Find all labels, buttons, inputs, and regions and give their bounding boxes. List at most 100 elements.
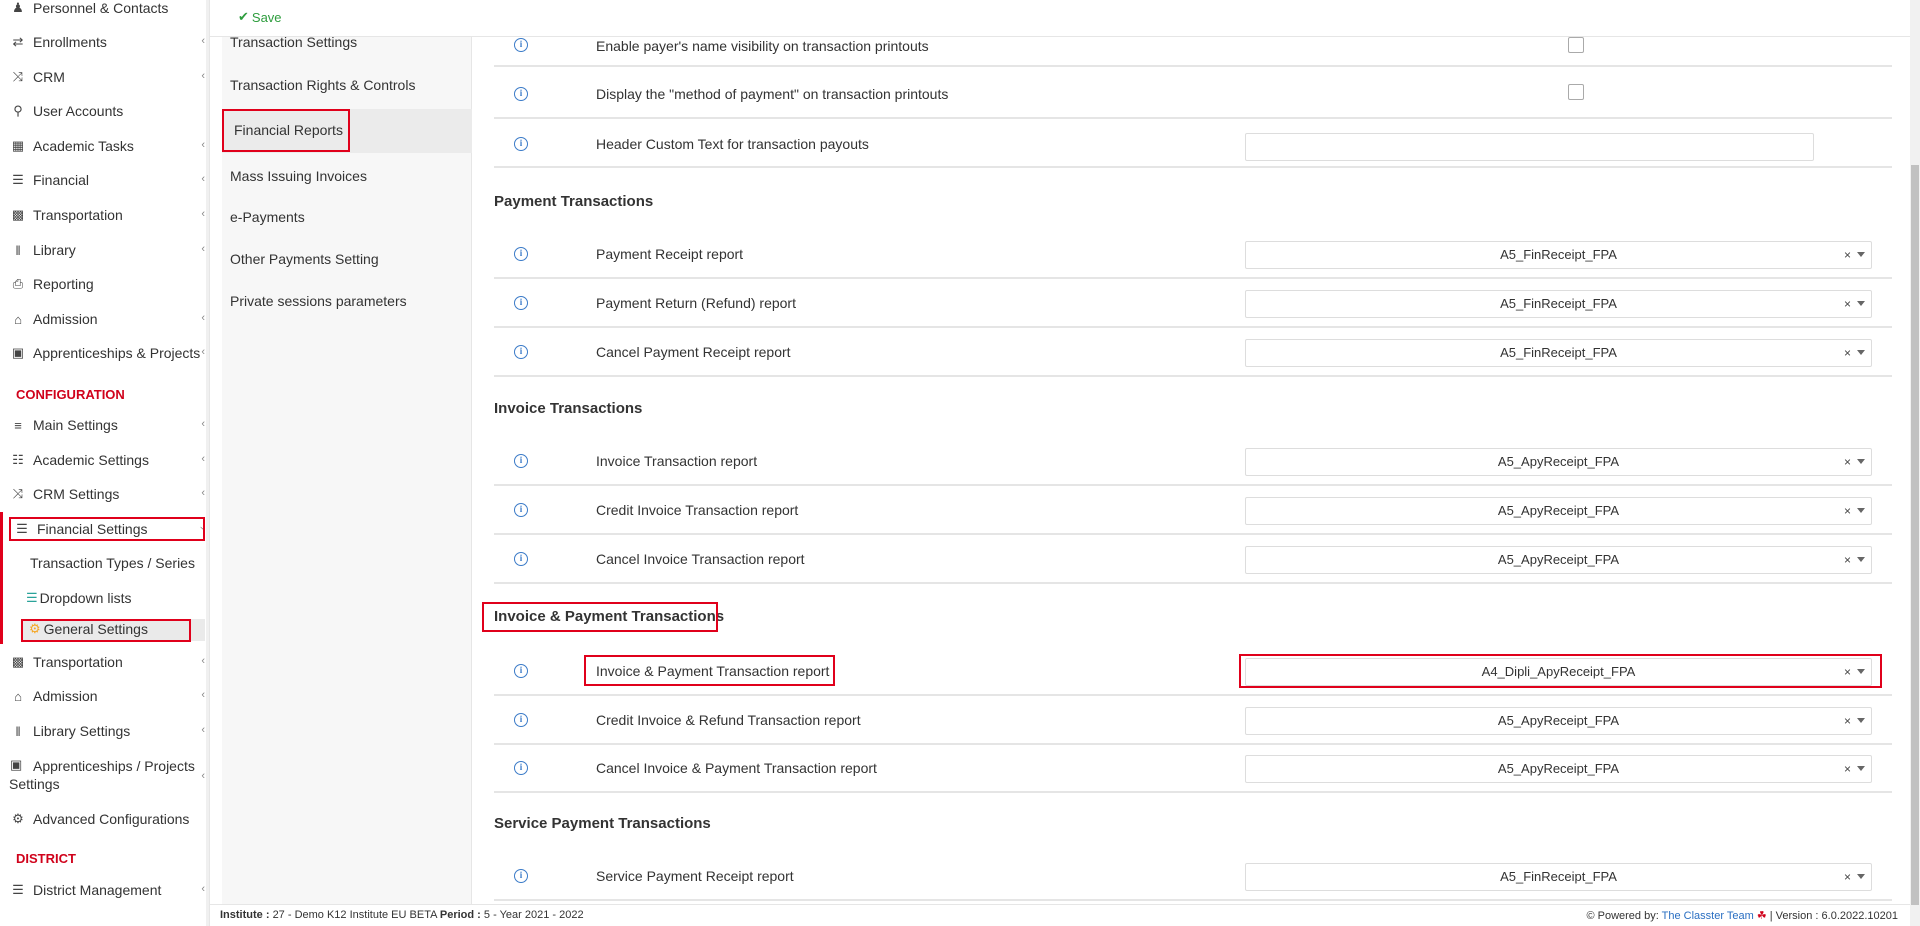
report-select[interactable]: A5_ApyReceipt_FPA × [1245, 707, 1872, 735]
report-select[interactable]: A5_ApyReceipt_FPA × [1245, 497, 1872, 525]
info-icon[interactable]: i [514, 664, 528, 678]
institute-label: Institute : [220, 909, 270, 921]
sidebar-item-crm[interactable]: ⤨ CRM ‹ [0, 62, 205, 92]
layers-icon: ☰ [26, 590, 38, 605]
clear-icon[interactable]: × [1844, 756, 1851, 782]
highlight-box [222, 109, 350, 152]
report-select[interactable]: A5_FinReceipt_FPA × [1245, 290, 1872, 318]
submenu-item-other-payments[interactable]: Other Payments Setting [230, 251, 379, 267]
sidebar-item-crm-settings[interactable]: ⤨ CRM Settings ‹ [0, 479, 205, 509]
checkbox[interactable] [1568, 37, 1584, 53]
sidebar-item-user-accounts[interactable]: ⚲ User Accounts [0, 96, 205, 126]
setting-row: i Payment Receipt report A5_FinReceipt_F… [494, 231, 1892, 279]
scrollbar-thumb[interactable] [1911, 165, 1919, 905]
checkbox[interactable] [1568, 84, 1584, 100]
clear-icon[interactable]: × [1844, 547, 1851, 573]
select-value: A5_ApyReceipt_FPA [1497, 552, 1620, 567]
header-custom-text-input[interactable] [1245, 133, 1814, 161]
submenu-item-epayments[interactable]: e-Payments [230, 209, 305, 225]
dropdown-arrow-icon[interactable] [1857, 766, 1865, 771]
sidebar-item-library-settings[interactable]: ‖ Library Settings ‹ [0, 716, 205, 746]
sidebar-item-label: Advanced Configurations [33, 811, 190, 827]
info-icon[interactable]: i [514, 503, 528, 517]
info-icon[interactable]: i [514, 247, 528, 261]
dropdown-arrow-icon[interactable] [1857, 874, 1865, 879]
setting-label: Credit Invoice & Refund Transaction repo… [596, 712, 861, 728]
logo-icon: ☘ [1756, 910, 1767, 922]
info-icon[interactable]: i [514, 761, 528, 775]
powered-link[interactable]: The Classter Team [1662, 910, 1754, 922]
select-value: A5_FinReceipt_FPA [1500, 247, 1617, 262]
info-icon[interactable]: i [514, 87, 528, 101]
main-content: i Enable payer's name visibility on tran… [472, 37, 1920, 904]
sidebar-item-enrollments[interactable]: ⇄ Enrollments ‹ [0, 27, 205, 57]
sidebar-item-label: Reporting [33, 276, 94, 292]
info-icon[interactable]: i [514, 869, 528, 883]
sidebar-item-apprenticeships[interactable]: ▣ Apprenticeships & Projects ‹ [0, 338, 205, 368]
printer-icon: ⎙ [12, 276, 24, 291]
clear-icon[interactable]: × [1844, 291, 1851, 317]
sidebar-item-advanced-configurations[interactable]: ⚙ Advanced Configurations [0, 804, 205, 834]
sidebar-item-reporting[interactable]: ⎙ Reporting [0, 269, 205, 299]
report-select[interactable]: A5_ApyReceipt_FPA × [1245, 755, 1872, 783]
clear-icon[interactable]: × [1844, 498, 1851, 524]
save-button[interactable]: ✔ Save [238, 9, 282, 25]
dropdown-arrow-icon[interactable] [1857, 508, 1865, 513]
clear-icon[interactable]: × [1844, 242, 1851, 268]
clear-icon[interactable]: × [1844, 708, 1851, 734]
report-select[interactable]: A5_ApyReceipt_FPA × [1245, 448, 1872, 476]
sidebar-item-academic-settings[interactable]: ☷ Academic Settings ‹ [0, 445, 205, 475]
dropdown-arrow-icon[interactable] [1857, 350, 1865, 355]
sidebar-item-main-settings[interactable]: ≡ Main Settings ‹ [0, 410, 205, 440]
sidebar-item-admission[interactable]: ⌂ Admission ‹ [0, 304, 205, 334]
info-icon[interactable]: i [514, 296, 528, 310]
info-icon[interactable]: i [514, 137, 528, 151]
info-icon[interactable]: i [514, 345, 528, 359]
sidebar-item-financial[interactable]: ☰ Financial ‹ [0, 165, 205, 195]
info-icon[interactable]: i [514, 552, 528, 566]
report-select[interactable]: A5_FinReceipt_FPA × [1245, 241, 1872, 269]
sidebar-item-transportation[interactable]: ▩ Transportation ‹ [0, 200, 205, 230]
dropdown-arrow-icon[interactable] [1857, 459, 1865, 464]
footer-credits: © Powered by: The Classter Team ☘ | Vers… [1586, 909, 1898, 922]
dropdown-arrow-icon[interactable] [1857, 557, 1865, 562]
chevron-left-icon: ‹ [201, 487, 205, 499]
setting-label: Cancel Invoice Transaction report [596, 551, 805, 567]
sidebar-item-academic-tasks[interactable]: ▦ Academic Tasks ‹ [0, 131, 205, 161]
submenu-item-private-sessions[interactable]: Private sessions parameters [230, 293, 407, 309]
setting-row: i Invoice Transaction report A5_ApyRecei… [494, 438, 1892, 486]
submenu-item-mass-issuing[interactable]: Mass Issuing Invoices [230, 168, 367, 184]
submenu-item-transaction-rights[interactable]: Transaction Rights & Controls [230, 77, 415, 93]
sidebar-item-apprenticeships-settings[interactable]: ▣ Apprenticeships / Projects Settings ‹ [0, 756, 205, 794]
sidebar-item-personnel[interactable]: ♟ Personnel & Contacts [0, 0, 205, 23]
dropdown-arrow-icon[interactable] [1857, 252, 1865, 257]
report-select[interactable]: A5_FinReceipt_FPA × [1245, 863, 1872, 891]
sidebar-item-admission-settings[interactable]: ⌂ Admission ‹ [0, 681, 205, 711]
version-text: | Version : 6.0.2022.10201 [1769, 910, 1898, 922]
page-scrollbar[interactable] [1910, 0, 1920, 926]
clear-icon[interactable]: × [1844, 340, 1851, 366]
select-value: A5_FinReceipt_FPA [1500, 869, 1617, 884]
dropdown-arrow-icon[interactable] [1857, 718, 1865, 723]
dropdown-arrow-icon[interactable] [1857, 301, 1865, 306]
clear-icon[interactable]: × [1844, 864, 1851, 890]
person-icon: ♟ [12, 0, 24, 15]
report-select[interactable]: A5_ApyReceipt_FPA × [1245, 546, 1872, 574]
sidebar-item-district-management[interactable]: ☰ District Management ‹ [0, 875, 205, 905]
sidebar-sub-transaction-types[interactable]: Transaction Types / Series [30, 555, 195, 571]
sidebar-item-library[interactable]: ‖ Library ‹ [0, 235, 205, 265]
setting-row: i Header Custom Text for transaction pay… [494, 121, 1892, 168]
clear-icon[interactable]: × [1844, 449, 1851, 475]
section-title: Payment Transactions [494, 193, 654, 210]
sidebar-scrollbar[interactable] [206, 0, 209, 926]
section-district: DISTRICT [16, 851, 76, 866]
info-icon[interactable]: i [514, 38, 528, 52]
chevron-left-icon: ‹ [201, 724, 205, 736]
submenu-item-transaction-settings[interactable]: Transaction Settings [230, 34, 357, 50]
info-icon[interactable]: i [514, 454, 528, 468]
chevron-left-icon: ‹ [201, 70, 205, 82]
sidebar-sub-dropdown-lists[interactable]: ☰ Dropdown lists [26, 590, 131, 606]
report-select[interactable]: A5_FinReceipt_FPA × [1245, 339, 1872, 367]
sidebar-item-transportation-settings[interactable]: ▩ Transportation ‹ [0, 647, 205, 677]
info-icon[interactable]: i [514, 713, 528, 727]
